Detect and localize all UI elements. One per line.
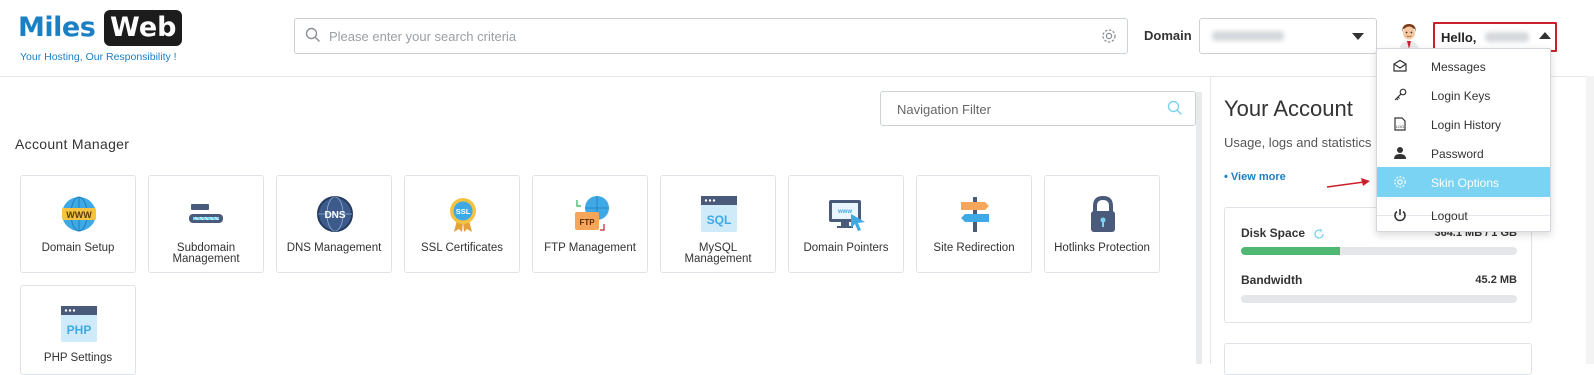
- www-monitor-icon: www: [827, 194, 867, 234]
- account-secondary-card: [1224, 343, 1532, 375]
- menu-item-password[interactable]: Password: [1377, 138, 1550, 168]
- search-box[interactable]: [294, 18, 1128, 54]
- tile-label: Subdomain Management: [172, 242, 240, 265]
- search-input[interactable]: [327, 23, 1091, 49]
- menu-item-label: Login History: [1431, 118, 1502, 132]
- gear-icon: [1393, 175, 1407, 189]
- bandwidth-label: Bandwidth: [1241, 273, 1303, 287]
- tile-ssl-certificates[interactable]: SSL SSL Certificates: [404, 175, 520, 273]
- svg-text:FTP: FTP: [579, 218, 595, 227]
- tile-label: Site Redirection: [933, 242, 1015, 254]
- user-icon: [1393, 146, 1407, 160]
- navigation-filter-input[interactable]: [895, 97, 1159, 121]
- svg-text:SQL: SQL: [707, 213, 732, 227]
- view-more-link[interactable]: • View more: [1224, 171, 1286, 183]
- bandwidth-progress-bar: [1241, 295, 1517, 303]
- disk-space-progress-fill: [1241, 247, 1341, 255]
- www-globe-icon: WWW: [59, 194, 99, 234]
- history-log-icon: LOG: [1393, 117, 1407, 131]
- key-icon: [1393, 88, 1407, 102]
- menu-item-label: Password: [1431, 147, 1484, 161]
- tile-dns-management[interactable]: DNS DNS Management: [276, 175, 392, 273]
- power-icon: [1393, 208, 1407, 222]
- disk-space-progress-bar: [1241, 247, 1517, 255]
- bandwidth-value: 45.2 MB: [1475, 274, 1517, 286]
- navigation-filter[interactable]: [880, 91, 1196, 126]
- menu-item-label: Login Keys: [1431, 89, 1491, 103]
- main-scrollbar[interactable]: [1196, 92, 1202, 364]
- blurred-domain-value: [1212, 31, 1284, 41]
- ftp-folder-icon: FTP: [571, 194, 611, 234]
- menu-item-logout[interactable]: Logout: [1377, 200, 1550, 230]
- red-annotation-arrow: [1326, 178, 1370, 188]
- tile-domain-pointers[interactable]: www Domain Pointers: [788, 175, 904, 273]
- menu-item-messages[interactable]: Messages: [1377, 51, 1550, 81]
- tile-label: MySQL Management: [684, 242, 752, 265]
- menu-item-login-keys[interactable]: Login Keys: [1377, 80, 1550, 110]
- user-dropdown-menu: Messages Login Keys LOG Login History Pa…: [1376, 48, 1551, 232]
- menu-item-login-history[interactable]: LOG Login History: [1377, 109, 1550, 139]
- right-scrollbar[interactable]: [1586, 76, 1594, 364]
- domain-label: Domain: [1144, 28, 1192, 43]
- logo-tagline: Your Hosting, Our Responsibility !: [20, 51, 177, 63]
- menu-item-skin-options[interactable]: Skin Options: [1377, 167, 1550, 197]
- php-window-icon: PHP: [59, 304, 99, 344]
- menu-item-label: Messages: [1431, 60, 1486, 74]
- signpost-icon: [955, 194, 995, 234]
- subdomain-icon: [187, 194, 227, 234]
- tile-label: Domain Setup: [41, 242, 115, 254]
- your-account-title: Your Account: [1224, 96, 1353, 121]
- tile-php-settings[interactable]: PHP PHP Settings: [20, 285, 136, 375]
- envelope-icon: [1393, 59, 1407, 73]
- blurred-username: [1485, 32, 1529, 42]
- svg-text:WWW: WWW: [66, 210, 92, 220]
- tile-mysql-management[interactable]: SQL MySQL Management: [660, 175, 776, 273]
- tile-label: Domain Pointers: [803, 242, 889, 254]
- ssl-badge-icon: SSL: [443, 194, 483, 234]
- svg-text:LOG: LOG: [1396, 124, 1404, 129]
- section-title-account-manager: Account Manager: [15, 136, 130, 152]
- top-header: Miles Web Your Hosting, Our Responsibili…: [0, 0, 1594, 77]
- tile-label: SSL Certificates: [420, 242, 504, 254]
- menu-item-label: Skin Options: [1431, 176, 1500, 190]
- tile-label: DNS Management: [286, 242, 382, 254]
- tile-domain-setup[interactable]: WWW Domain Setup: [20, 175, 136, 273]
- logo-text-web: Web: [104, 10, 183, 46]
- tile-hotlinks-protection[interactable]: Hotlinks Protection: [1044, 175, 1160, 273]
- tile-site-redirection[interactable]: Site Redirection: [916, 175, 1032, 273]
- disk-space-label: Disk Space: [1241, 226, 1306, 240]
- chevron-down-icon: [1352, 33, 1364, 40]
- tile-label: Hotlinks Protection: [1054, 242, 1150, 254]
- search-icon: [305, 27, 321, 48]
- menu-item-label: Logout: [1431, 209, 1468, 223]
- tile-ftp-management[interactable]: FTP FTP Management: [532, 175, 648, 273]
- search-settings-gear-icon[interactable]: [1101, 28, 1117, 49]
- search-icon: [1167, 100, 1183, 121]
- padlock-icon: [1083, 194, 1123, 234]
- dns-globe-icon: DNS: [315, 194, 355, 234]
- tile-label: PHP Settings: [43, 352, 113, 364]
- sql-database-icon: SQL: [699, 194, 739, 234]
- tile-subdomain-management[interactable]: Subdomain Management: [148, 175, 264, 273]
- mileswebs-logo[interactable]: Miles Web Your Hosting, Our Responsibili…: [16, 10, 196, 66]
- logo-text-miles: Miles: [18, 12, 96, 43]
- svg-text:PHP: PHP: [67, 323, 92, 337]
- domain-select[interactable]: [1199, 18, 1377, 54]
- svg-text:DNS: DNS: [324, 210, 345, 221]
- your-account-subtitle: Usage, logs and statistics: [1224, 135, 1372, 150]
- tile-label: FTP Management: [544, 242, 636, 254]
- svg-text:SSL: SSL: [456, 207, 471, 216]
- refresh-icon[interactable]: [1313, 227, 1325, 245]
- chevron-up-icon: [1539, 32, 1551, 39]
- hello-text: Hello,: [1441, 30, 1477, 45]
- svg-text:www: www: [837, 209, 852, 215]
